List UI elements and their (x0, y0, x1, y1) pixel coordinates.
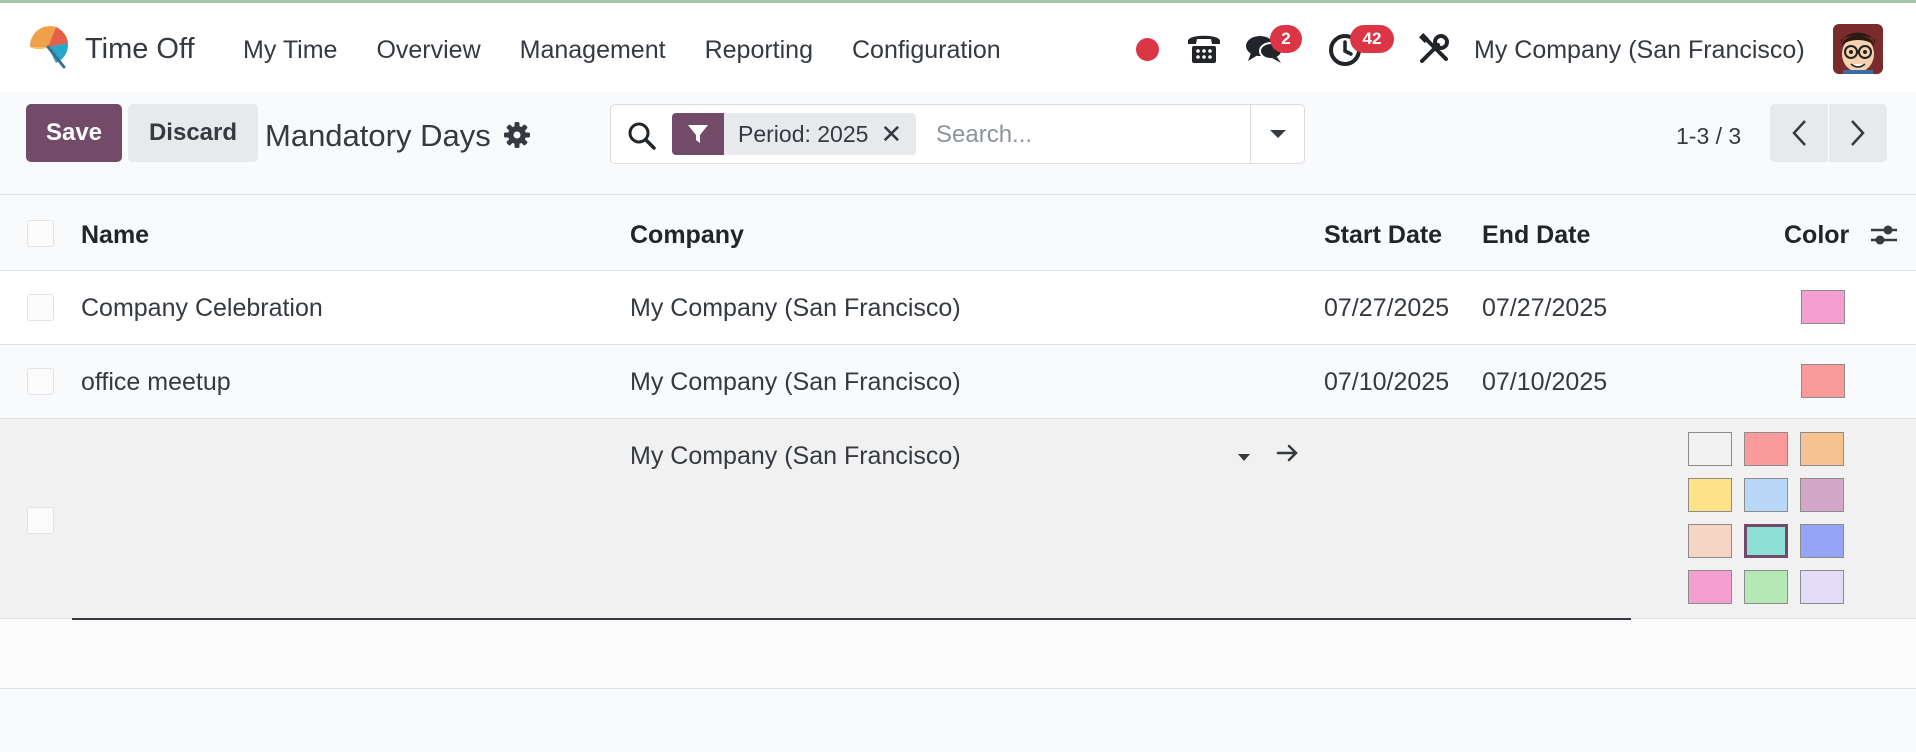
discard-button[interactable]: Discard (128, 104, 258, 162)
chat-count-badge: 2 (1270, 25, 1302, 53)
tools-icon[interactable] (1418, 33, 1450, 65)
facet-remove-icon[interactable]: ✕ (880, 113, 916, 155)
editing-row-underline (72, 618, 1631, 620)
row-color-swatch[interactable] (1801, 290, 1845, 324)
menu-reporting[interactable]: Reporting (705, 36, 813, 65)
row-start-date[interactable]: 07/27/2025 (1324, 294, 1449, 323)
palette-color-option[interactable] (1744, 478, 1788, 512)
pager-previous-button[interactable] (1770, 104, 1828, 162)
page-title: Mandatory Days (265, 118, 491, 153)
row-checkbox[interactable] (27, 294, 54, 321)
palette-color-option[interactable] (1688, 524, 1732, 558)
row-name[interactable]: Company Celebration (81, 294, 323, 323)
search-options-toggle[interactable] (1250, 105, 1304, 163)
dropdown-caret-icon[interactable] (1237, 453, 1251, 463)
chevron-left-icon (1792, 120, 1806, 146)
menu-management[interactable]: Management (520, 36, 666, 65)
header-company[interactable]: Company (630, 221, 744, 250)
row-end-date[interactable]: 07/27/2025 (1482, 294, 1607, 323)
app-name[interactable]: Time Off (85, 33, 195, 66)
palette-color-option[interactable] (1800, 524, 1844, 558)
search-facet: Period: 2025 ✕ (672, 113, 917, 155)
menu-configuration[interactable]: Configuration (852, 36, 1001, 65)
palette-color-option[interactable] (1800, 432, 1844, 466)
phone-icon[interactable] (1185, 29, 1223, 65)
row-company[interactable]: My Company (San Francisco) (630, 368, 961, 397)
umbrella-icon[interactable] (26, 23, 72, 69)
row-name[interactable]: office meetup (81, 368, 231, 397)
palette-color-option[interactable] (1688, 570, 1732, 604)
pager-next-button[interactable] (1829, 104, 1887, 162)
open-record-arrow-icon[interactable] (1276, 442, 1300, 464)
chevron-right-icon (1851, 120, 1865, 146)
palette-color-option[interactable] (1800, 478, 1844, 512)
header-name[interactable]: Name (81, 221, 149, 250)
company-select[interactable]: My Company (San Francisco) (630, 442, 961, 471)
avatar[interactable] (1833, 24, 1883, 74)
row-checkbox[interactable] (27, 368, 54, 395)
pager-value[interactable]: 1-3 / 3 (1676, 123, 1741, 150)
select-all-checkbox[interactable] (27, 220, 54, 247)
row-end-date[interactable]: 07/10/2025 (1482, 368, 1607, 397)
main-menu: My Time Overview Management Reporting Co… (243, 36, 1040, 65)
search-bar: Period: 2025 ✕ (610, 104, 1305, 164)
save-button[interactable]: Save (26, 104, 122, 162)
row-checkbox[interactable] (27, 507, 54, 534)
palette-color-option[interactable] (1744, 432, 1788, 466)
top-navbar: Time Off My Time Overview Management Rep… (0, 0, 1916, 92)
editing-row[interactable]: My Company (San Francisco) (0, 419, 1916, 619)
filter-icon (672, 113, 724, 155)
palette-color-option[interactable] (1744, 524, 1788, 558)
palette-color-option[interactable] (1688, 432, 1732, 466)
company-switcher[interactable]: My Company (San Francisco) (1474, 36, 1805, 65)
menu-overview[interactable]: Overview (376, 36, 480, 65)
row-color-swatch[interactable] (1801, 364, 1845, 398)
facet-label: Period: 2025 (738, 121, 869, 147)
record-dot-icon[interactable] (1136, 38, 1159, 61)
row-company[interactable]: My Company (San Francisco) (630, 294, 961, 323)
palette-color-option[interactable] (1744, 570, 1788, 604)
empty-row (0, 619, 1916, 689)
search-icon[interactable] (627, 121, 657, 151)
row-start-date[interactable]: 07/10/2025 (1324, 368, 1449, 397)
activity-count-badge: 42 (1350, 25, 1394, 53)
table-row[interactable]: office meetup My Company (San Francisco)… (0, 345, 1916, 419)
header-end-date[interactable]: End Date (1482, 221, 1590, 250)
menu-my-time[interactable]: My Time (243, 36, 337, 65)
palette-color-option[interactable] (1688, 478, 1732, 512)
search-input[interactable] (936, 115, 1251, 155)
header-start-date[interactable]: Start Date (1324, 221, 1442, 250)
gear-icon[interactable] (504, 122, 530, 148)
caret-down-icon (1269, 130, 1286, 138)
table-header: Name Company Start Date End Date Color (0, 194, 1916, 271)
palette-color-option[interactable] (1800, 570, 1844, 604)
optional-columns-icon[interactable] (1870, 222, 1898, 248)
table-row[interactable]: Company Celebration My Company (San Fran… (0, 271, 1916, 345)
header-color[interactable]: Color (1784, 221, 1849, 250)
